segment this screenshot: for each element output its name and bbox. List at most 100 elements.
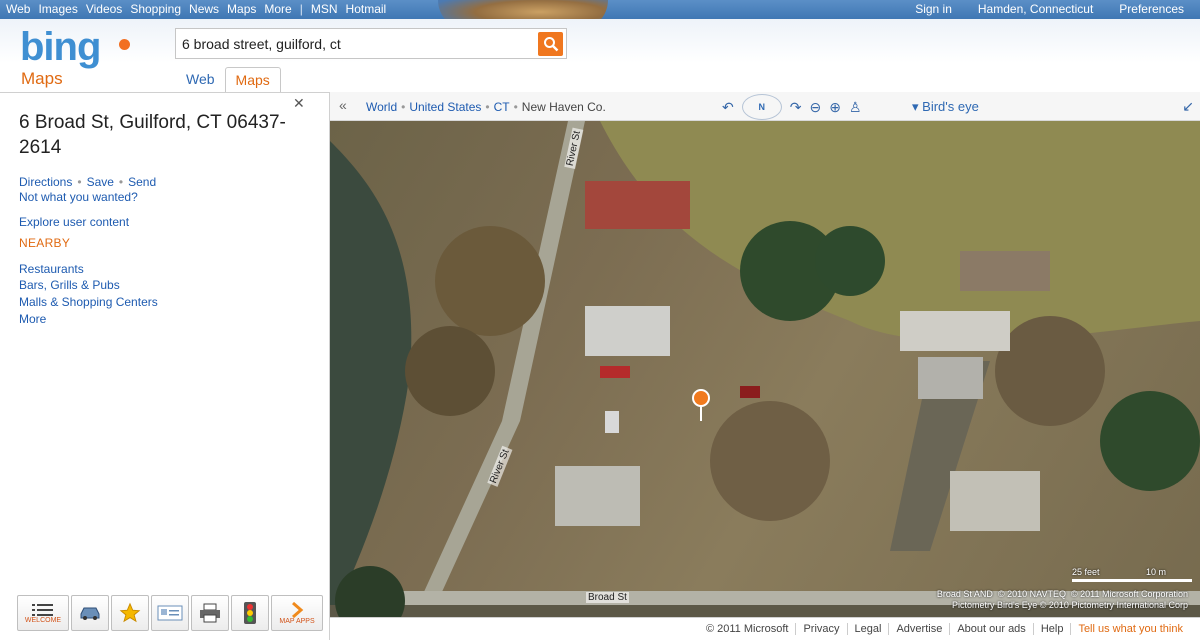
- footer: © 2011 Microsoft Privacy Legal Advertise…: [330, 617, 1200, 640]
- footer-help[interactable]: Help: [1032, 623, 1071, 635]
- preferences-link[interactable]: Preferences: [1119, 2, 1192, 16]
- footer-feedback[interactable]: Tell us what you think: [1070, 623, 1190, 635]
- traffic-button[interactable]: [231, 595, 269, 631]
- nav-shopping[interactable]: Shopping: [130, 2, 189, 16]
- pushpin-icon: [692, 389, 710, 421]
- scale-meters: 10 m: [1146, 567, 1167, 577]
- crumb-world[interactable]: World: [366, 100, 397, 114]
- footer-legal[interactable]: Legal: [846, 623, 889, 635]
- rotate-left-icon[interactable]: ↶: [722, 99, 734, 116]
- aerial-imagery: [330, 121, 1200, 640]
- nearby-malls[interactable]: Malls & Shopping Centers: [19, 295, 158, 309]
- result-address: 6 Broad St, Guilford, CT 06437-2614: [19, 112, 286, 158]
- bullet: •: [77, 175, 82, 189]
- aerial-map[interactable]: River St River St Broad St 25 feet 10 m …: [330, 121, 1200, 640]
- expand-icon[interactable]: ↙: [1182, 98, 1194, 115]
- not-what-link[interactable]: Not what you wanted?: [19, 190, 138, 204]
- bullet: •: [485, 100, 490, 114]
- footer-privacy[interactable]: Privacy: [795, 623, 846, 635]
- compass-control[interactable]: N: [741, 94, 782, 120]
- map-toolbar: « World • United States • CT • New Haven Co. ↶…: [330, 92, 1200, 121]
- copyright-navteq: © 2010 NAVTEQ: [997, 589, 1066, 599]
- view-mode-dropdown[interactable]: ▾ Bird's eye: [912, 99, 979, 115]
- crumb-us[interactable]: United States: [409, 100, 481, 114]
- crumb-ct[interactable]: CT: [494, 100, 510, 114]
- nearby-more[interactable]: More: [19, 312, 46, 326]
- search-button[interactable]: [538, 32, 563, 56]
- map-breadcrumb: World • United States • CT • New Haven Co.: [366, 100, 606, 114]
- nav-images[interactable]: Images: [38, 2, 85, 16]
- rotate-right-icon[interactable]: ↷: [790, 99, 802, 116]
- search-icon: [543, 37, 558, 52]
- top-nav-bar: Web Images Videos Shopping News Maps Mor…: [0, 0, 1200, 30]
- nav-news[interactable]: News: [189, 2, 227, 16]
- bullet: •: [513, 100, 518, 114]
- footer-about-ads[interactable]: About our ads: [949, 623, 1033, 635]
- chevron-right-icon: [292, 601, 304, 618]
- star-icon: [119, 602, 141, 623]
- logo-dot: [119, 39, 130, 50]
- nav-more[interactable]: More: [264, 2, 299, 16]
- nav-videos[interactable]: Videos: [86, 2, 130, 16]
- bing-logo[interactable]: bing: [20, 25, 130, 70]
- nav-web[interactable]: Web: [6, 2, 38, 16]
- copyright-and: AND: [973, 589, 993, 599]
- traffic-light-icon: [244, 602, 256, 624]
- scale-bar: [1072, 579, 1192, 582]
- directions-link[interactable]: Directions: [19, 175, 72, 189]
- footer-copyright: © 2011 Microsoft: [705, 623, 789, 635]
- map-nav-tools: ↶ N ↷ ⊖ ⊕ ♙: [722, 94, 862, 120]
- nearby-restaurants[interactable]: Restaurants: [19, 262, 84, 276]
- nav-maps[interactable]: Maps: [227, 2, 264, 16]
- road-label-broad-st: Broad St: [586, 592, 629, 603]
- tab-maps[interactable]: Maps: [224, 67, 281, 92]
- save-link[interactable]: Save: [87, 175, 114, 189]
- list-icon: [32, 603, 53, 616]
- map-apps-button[interactable]: MAP APPS: [271, 595, 323, 631]
- nav-msn[interactable]: MSN: [311, 2, 346, 16]
- map-apps-label: MAP APPS: [279, 617, 315, 625]
- zoom-out-icon[interactable]: ⊖: [809, 99, 821, 116]
- directions-tool-button[interactable]: [71, 595, 109, 631]
- search-box: [175, 28, 567, 59]
- location-link[interactable]: Hamden, Connecticut: [978, 2, 1101, 16]
- map-scale: 25 feet 10 m: [1072, 567, 1192, 582]
- copyright-microsoft: © 2011 Microsoft Corporation: [1070, 589, 1188, 599]
- welcome-button[interactable]: WELCOME: [17, 595, 69, 631]
- nearby-bars[interactable]: Bars, Grills & Pubs: [19, 278, 120, 292]
- contact-card-button[interactable]: [151, 595, 189, 631]
- car-icon: [80, 607, 100, 620]
- chevron-down-icon: ▾: [912, 99, 919, 114]
- send-link[interactable]: Send: [128, 175, 156, 189]
- nearby-heading: NEARBY: [19, 236, 71, 250]
- zoom-in-icon[interactable]: ⊕: [829, 99, 841, 116]
- bullet: •: [401, 100, 406, 114]
- copyright-pictometry: Pictometry Bird's Eye © 2010 Pictometry …: [952, 600, 1188, 610]
- result-actions: Directions • Save • Send: [19, 175, 156, 189]
- footer-links: © 2011 Microsoft Privacy Legal Advertise…: [699, 623, 1190, 635]
- view-mode-label: Bird's eye: [922, 99, 979, 114]
- person-icon[interactable]: ♙: [849, 99, 862, 116]
- welcome-label: WELCOME: [24, 616, 62, 624]
- explore-link[interactable]: Explore user content: [19, 215, 129, 229]
- card-icon: [157, 605, 183, 621]
- favorites-button[interactable]: [111, 595, 149, 631]
- crumb-county: New Haven Co.: [521, 100, 606, 114]
- nav-separator: |: [299, 2, 303, 16]
- scale-feet: 25 feet: [1072, 567, 1100, 577]
- sign-in-link[interactable]: Sign in: [915, 2, 960, 16]
- copyright-road: Broad St: [936, 589, 972, 599]
- logo-text: bing: [20, 25, 101, 69]
- top-nav-right: Sign in Hamden, Connecticut Preferences: [915, 2, 1192, 16]
- footer-advertise[interactable]: Advertise: [888, 623, 949, 635]
- print-button[interactable]: [191, 595, 229, 631]
- product-name: Maps: [21, 69, 63, 88]
- top-nav-left: Web Images Videos Shopping News Maps Mor…: [6, 2, 394, 16]
- location-pin[interactable]: [692, 389, 710, 426]
- nav-hotmail[interactable]: Hotmail: [346, 2, 395, 16]
- collapse-panel-icon[interactable]: «: [339, 97, 347, 113]
- header: bing Maps Web Maps: [0, 19, 1200, 92]
- search-input[interactable]: [182, 33, 532, 55]
- printer-icon: [200, 603, 220, 623]
- tab-web[interactable]: Web: [176, 67, 225, 92]
